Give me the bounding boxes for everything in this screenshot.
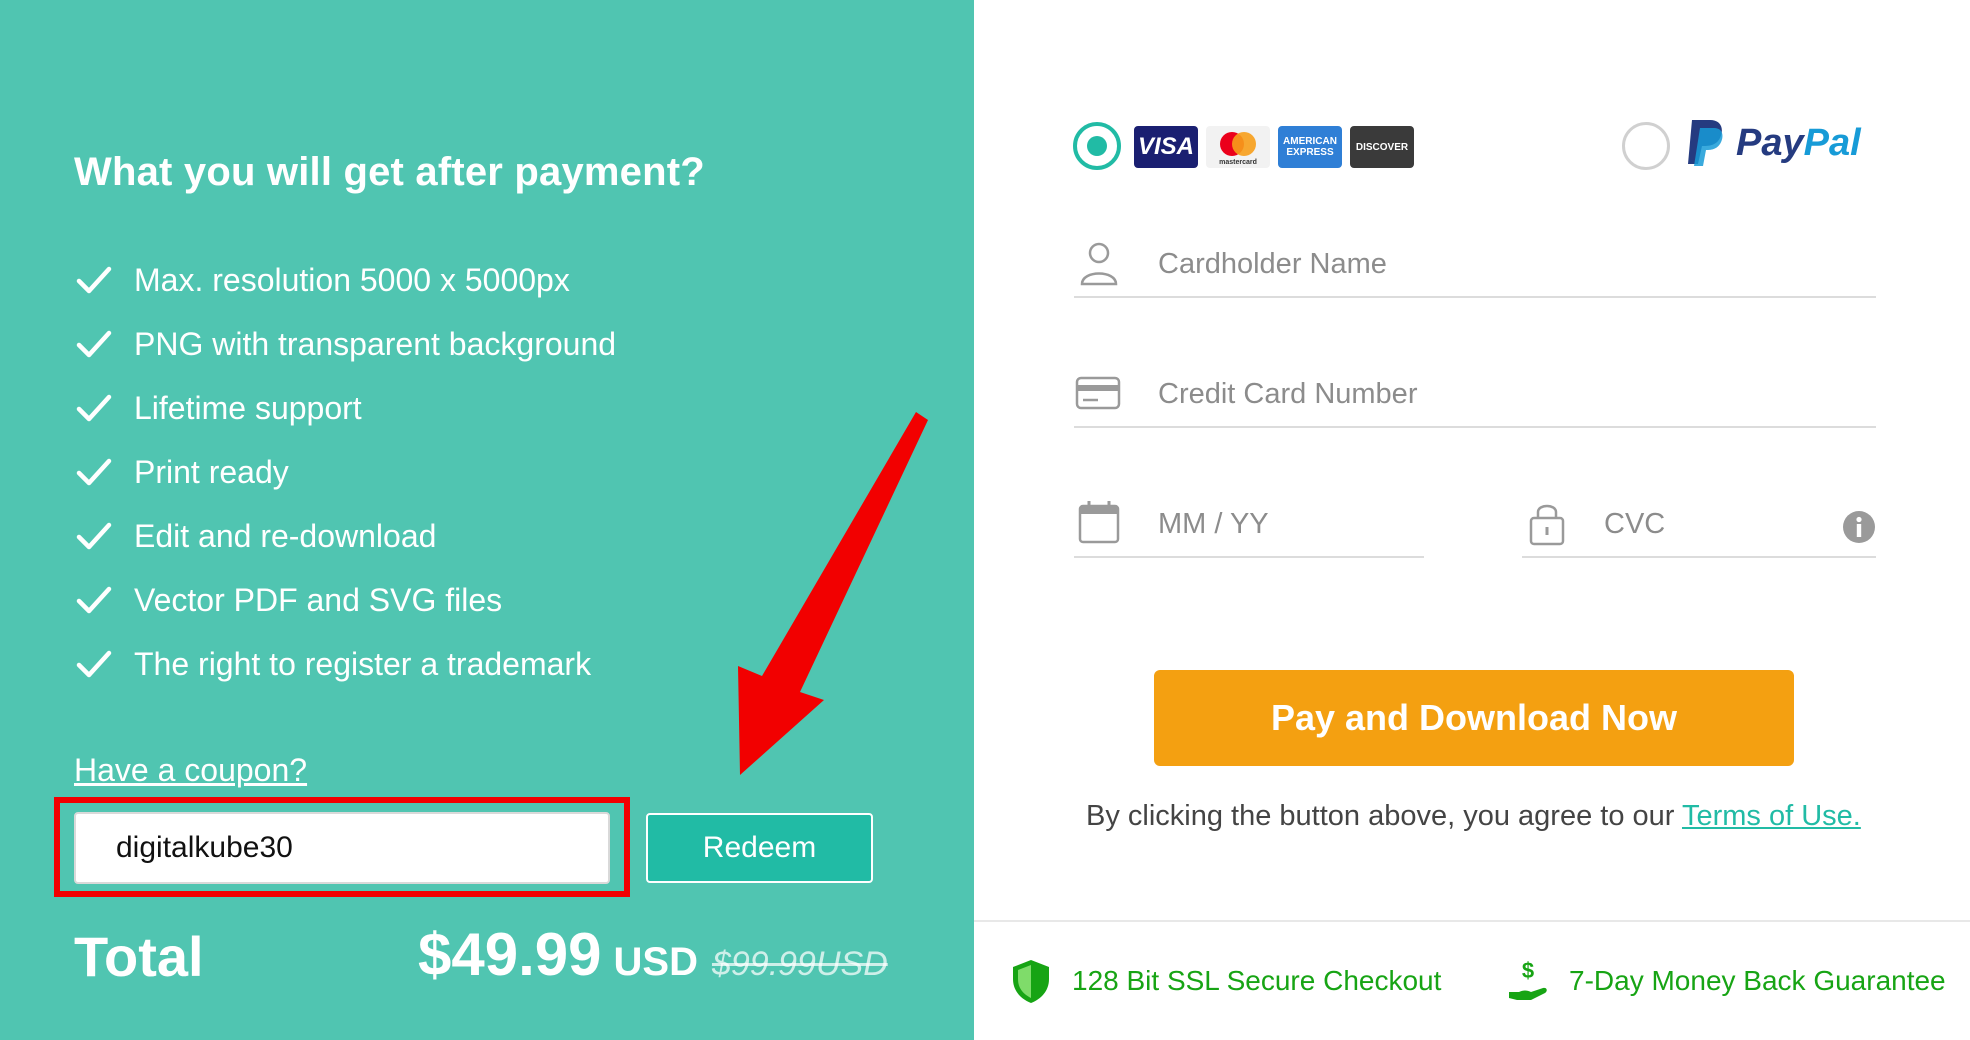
benefits-title: What you will get after payment? — [74, 150, 705, 194]
benefit-label: Lifetime support — [134, 389, 362, 426]
credit-card-icon — [1075, 376, 1121, 410]
paypal-logo[interactable]: PayPal — [1684, 118, 1861, 168]
benefit-item: Lifetime support — [74, 376, 616, 440]
benefit-label: PNG with transparent background — [134, 325, 617, 362]
shield-icon — [1013, 960, 1049, 1003]
visa-icon: VISA — [1134, 126, 1198, 168]
benefit-label: Vector PDF and SVG files — [134, 581, 503, 618]
paypal-text-pal: Pal — [1803, 121, 1861, 164]
coupon-input[interactable] — [74, 812, 610, 884]
checkmark-icon — [76, 458, 112, 486]
paypal-payment-radio[interactable] — [1622, 122, 1670, 170]
benefits-list: Max. resolution 5000 x 5000px PNG with t… — [74, 248, 616, 696]
lock-icon — [1529, 504, 1565, 546]
cvc-input[interactable] — [1604, 502, 1804, 546]
terms-of-use-link[interactable]: Terms of Use. — [1682, 800, 1861, 832]
cardholder-input[interactable] — [1158, 242, 1858, 286]
card-number-field — [1074, 368, 1876, 428]
benefit-item: Vector PDF and SVG files — [74, 568, 616, 632]
paypal-icon — [1688, 120, 1723, 166]
pay-and-download-button[interactable]: Pay and Download Now — [1154, 670, 1794, 766]
expiry-field — [1074, 498, 1424, 558]
mastercard-icon: mastercard — [1206, 126, 1270, 168]
annotation-arrow-icon — [738, 412, 928, 775]
benefit-item: Print ready — [74, 440, 616, 504]
benefit-label: The right to register a trademark — [134, 645, 592, 682]
benefit-item: The right to register a trademark — [74, 632, 616, 696]
money-back-badge: $ 7-Day Money Back Guarantee — [1507, 958, 1946, 1004]
payment-panel: VISA mastercard AMERICAN EXPRESS DISCOVE… — [974, 0, 1970, 1040]
terms-notice-text: By clicking the button above, you agree … — [1086, 800, 1675, 832]
mastercard-label: mastercard — [1219, 159, 1257, 166]
money-hand-icon: $ — [1509, 958, 1547, 1000]
ssl-badge: 128 Bit SSL Secure Checkout — [1010, 958, 1441, 1004]
checkmark-icon — [76, 522, 112, 550]
total-label: Total — [74, 925, 204, 988]
price-currency: USD — [613, 940, 698, 984]
footer-divider — [974, 920, 1970, 922]
user-icon — [1080, 242, 1118, 286]
price-display: $49.99 USD $99.99USD — [418, 920, 888, 989]
redeem-button[interactable]: Redeem — [646, 813, 873, 883]
checkmark-icon — [76, 330, 112, 358]
ssl-text: 128 Bit SSL Secure Checkout — [1072, 965, 1442, 996]
paypal-text-pay: Pay — [1736, 121, 1804, 164]
card-payment-radio[interactable] — [1073, 122, 1121, 170]
checkmark-icon — [76, 394, 112, 422]
have-coupon-link[interactable]: Have a coupon? — [74, 752, 307, 789]
original-price: $99.99USD — [711, 945, 888, 983]
checkmark-icon — [76, 586, 112, 614]
svg-text:$: $ — [1522, 958, 1534, 983]
benefit-label: Print ready — [134, 453, 289, 490]
card-brand-logos: VISA mastercard AMERICAN EXPRESS DISCOVE… — [1134, 126, 1414, 168]
info-icon[interactable] — [1842, 510, 1876, 544]
benefit-item: Edit and re-download — [74, 504, 616, 568]
current-price: $49.99 — [418, 921, 602, 988]
terms-notice: By clicking the button above, you agree … — [1086, 800, 1861, 833]
benefit-label: Max. resolution 5000 x 5000px — [134, 261, 570, 298]
benefit-label: Edit and re-download — [134, 517, 437, 554]
checkmark-icon — [76, 266, 112, 294]
cardholder-field — [1074, 238, 1876, 298]
discover-icon: DISCOVER — [1350, 126, 1414, 168]
amex-icon: AMERICAN EXPRESS — [1278, 126, 1342, 168]
calendar-icon — [1078, 501, 1120, 544]
benefit-item: PNG with transparent background — [74, 312, 616, 376]
expiry-input[interactable] — [1158, 502, 1408, 546]
cvc-field — [1522, 498, 1876, 558]
checkmark-icon — [76, 650, 112, 678]
card-number-input[interactable] — [1158, 372, 1858, 416]
benefit-item: Max. resolution 5000 x 5000px — [74, 248, 616, 312]
money-back-text: 7-Day Money Back Guarantee — [1569, 965, 1946, 996]
